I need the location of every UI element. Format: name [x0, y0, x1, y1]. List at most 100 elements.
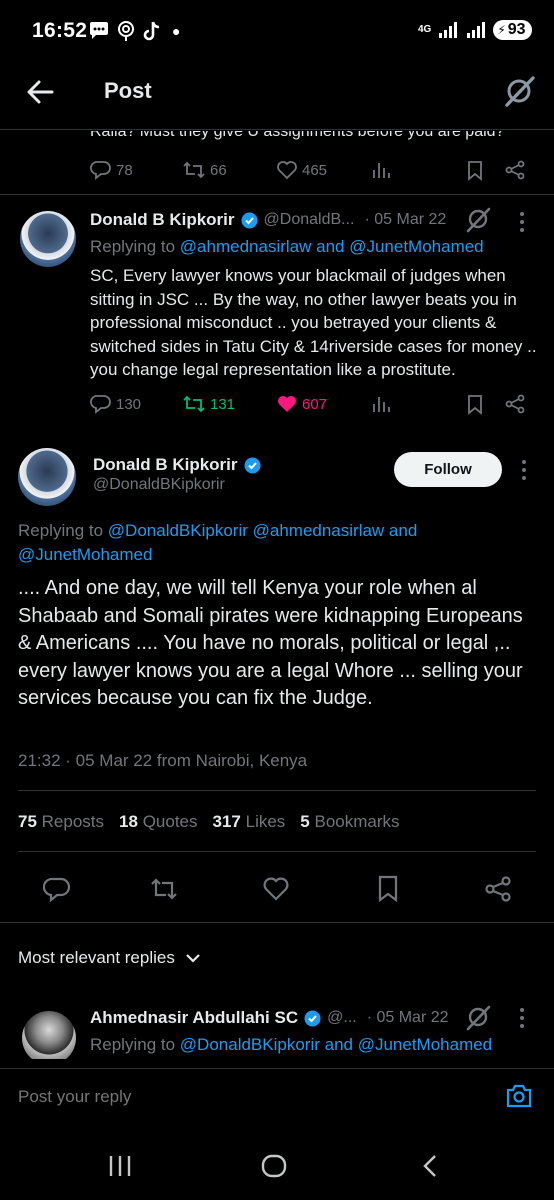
- camera-icon[interactable]: [505, 1083, 533, 1109]
- replies-sort-dropdown[interactable]: Most relevant replies: [18, 948, 201, 968]
- likes-stat[interactable]: 317 Likes: [213, 812, 286, 832]
- reply-icon[interactable]: [43, 875, 71, 903]
- like-action[interactable]: 465: [276, 159, 370, 181]
- repost-count: 131: [210, 395, 236, 413]
- likes-label: Likes: [245, 812, 286, 831]
- chat-bubble-icon: [88, 21, 110, 41]
- tweet-text: SC, Every lawyer knows your blackmail of…: [90, 266, 537, 379]
- status-bar: 16:52 ● 4G ⚡ 93: [0, 0, 554, 64]
- network-type: 4G: [418, 24, 432, 35]
- reposts-stat[interactable]: 75 Reposts: [18, 812, 104, 832]
- more-options-button[interactable]: [518, 1007, 526, 1034]
- bookmark-icon[interactable]: [374, 874, 402, 902]
- bookmarks-label: Bookmarks: [314, 812, 400, 831]
- share-icon: [504, 159, 526, 181]
- reposts-label: Reposts: [41, 812, 105, 831]
- heart-icon: [276, 159, 298, 181]
- reply-action[interactable]: 78: [90, 159, 182, 181]
- replying-to-prefix: Replying to: [90, 237, 176, 256]
- quotes-count: 18: [119, 812, 138, 831]
- replying-to-users[interactable]: @ahmednasirlaw and @JunetMohamed: [180, 237, 484, 256]
- status-time: 16:52: [32, 19, 88, 42]
- page-title: Post: [104, 78, 152, 103]
- reply-action[interactable]: 130: [90, 393, 182, 415]
- author-name[interactable]: Donald B Kipkorir: [93, 455, 238, 475]
- bookmarks-count: 5: [300, 812, 310, 831]
- reply-icon: [90, 393, 112, 415]
- reply-icon: [90, 159, 112, 181]
- replying-to-users[interactable]: @DonaldBKipkorir and @JunetMohamed: [180, 1035, 492, 1054]
- author-handle[interactable]: @...: [327, 1009, 357, 1027]
- previous-tweet-actions: 78 66 465: [90, 155, 535, 185]
- author-name[interactable]: Ahmednasir Abdullahi SC: [90, 1008, 298, 1028]
- share-icon: [504, 393, 526, 415]
- sort-label: Most relevant replies: [18, 948, 175, 967]
- avatar[interactable]: [20, 211, 76, 267]
- main-author-line: Donald B Kipkorir: [93, 455, 261, 475]
- more-vertical-icon: [518, 211, 526, 233]
- engagement-stats: 75 Reposts 18 Quotes 317 Likes 5 Bookmar…: [18, 812, 400, 832]
- replying-to-prefix: Replying to: [18, 521, 104, 540]
- author-name[interactable]: Donald B Kipkorir: [90, 210, 235, 230]
- bookmark-icon: [464, 159, 486, 181]
- replying-to-prefix: Replying to: [90, 1035, 176, 1054]
- recent-apps-icon[interactable]: [108, 1155, 132, 1177]
- views-action[interactable]: [370, 159, 464, 181]
- heart-icon[interactable]: [262, 875, 290, 903]
- repost-action[interactable]: 131: [182, 393, 276, 415]
- verified-badge-icon: [241, 212, 258, 229]
- avatar-image: [22, 1011, 76, 1059]
- tweet-timestamp[interactable]: 21:32 · 05 Mar 22 from Nairobi, Kenya: [18, 751, 307, 771]
- author-handle[interactable]: @DonaldBKipkorir: [93, 476, 225, 494]
- replying-to: Replying to @DonaldBKipkorir @ahmednasir…: [18, 519, 458, 567]
- like-count: 465: [302, 161, 328, 179]
- reply-composer: [0, 1068, 554, 1124]
- grok-button[interactable]: [464, 205, 492, 238]
- top-app-bar: Post: [0, 64, 554, 130]
- home-icon[interactable]: [260, 1153, 288, 1179]
- bookmark-action[interactable]: [464, 159, 504, 181]
- battery-indicator: ⚡ 93: [493, 20, 532, 40]
- grok-button[interactable]: [464, 1003, 492, 1036]
- repost-action[interactable]: 66: [182, 159, 276, 181]
- previous-tweet-text: Raila? Must they give U assignments befo…: [90, 131, 505, 140]
- more-options-button[interactable]: [518, 211, 526, 238]
- quotes-label: Quotes: [142, 812, 198, 831]
- back-button[interactable]: [24, 76, 56, 108]
- share-action[interactable]: [504, 159, 526, 181]
- back-nav-icon[interactable]: [420, 1154, 440, 1178]
- reposts-count: 75: [18, 812, 37, 831]
- reply-count: 78: [116, 161, 133, 179]
- repost-icon[interactable]: [149, 875, 179, 903]
- bookmark-action[interactable]: [464, 393, 504, 415]
- notification-icons: ●: [88, 20, 180, 42]
- tweet-date[interactable]: · 05 Mar 22: [364, 211, 446, 229]
- tiktok-icon: [142, 20, 162, 42]
- views-action[interactable]: [370, 393, 464, 415]
- reply-input[interactable]: [18, 1083, 458, 1111]
- grok-icon: [464, 1003, 492, 1031]
- more-vertical-icon: [520, 459, 528, 481]
- avatar[interactable]: [18, 448, 76, 506]
- like-action[interactable]: 607: [276, 393, 370, 415]
- reply-tweet-actions: 130 131 607: [90, 389, 535, 419]
- system-navigation-bar: [0, 1130, 554, 1200]
- tweet-date[interactable]: · 05 Mar 22: [367, 1009, 449, 1027]
- verified-badge-icon: [304, 1010, 321, 1027]
- replying-to: Replying to @ahmednasirlaw and @JunetMoh…: [90, 237, 540, 257]
- follow-button[interactable]: Follow: [394, 452, 502, 487]
- more-options-button[interactable]: [520, 459, 528, 486]
- avatar[interactable]: [22, 1011, 76, 1059]
- bookmarks-stat[interactable]: 5 Bookmarks: [300, 812, 399, 832]
- more-vertical-icon: [518, 1007, 526, 1029]
- share-icon[interactable]: [484, 875, 512, 903]
- verified-badge-icon: [244, 457, 261, 474]
- reply-count: 130: [116, 395, 142, 413]
- author-handle[interactable]: @DonaldB...: [264, 211, 355, 229]
- tweet-text: .... And one day, we will tell Kenya you…: [18, 577, 523, 709]
- quotes-stat[interactable]: 18 Quotes: [119, 812, 197, 832]
- share-action[interactable]: [504, 393, 526, 415]
- grok-button[interactable]: [502, 74, 536, 108]
- grok-icon: [502, 74, 536, 108]
- system-indicators: 4G ⚡ 93: [418, 20, 532, 40]
